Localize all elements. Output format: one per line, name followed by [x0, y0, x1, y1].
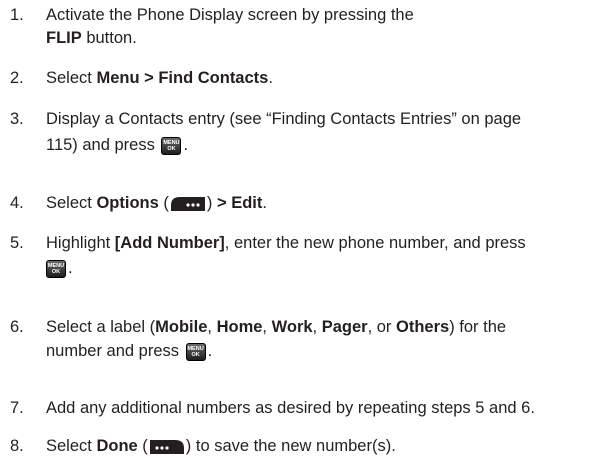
label-home: Home	[216, 318, 263, 336]
step-text-line2: MENU OK.	[46, 259, 73, 278]
flip-key-label: FLIP	[46, 29, 82, 47]
step-text-line2: 115) and press MENU OK.	[46, 136, 189, 155]
step-number: 4.	[10, 194, 24, 212]
options-label: Options	[96, 194, 159, 212]
step-number: 2.	[10, 69, 24, 87]
step-number: 8.	[10, 437, 24, 455]
menu-ok-key-icon: MENU OK	[185, 342, 206, 361]
step-text: Select Menu > Find Contacts.	[46, 69, 273, 87]
step-text-line2: number and press MENU OK.	[46, 342, 213, 361]
menu-path: Menu > Find Contacts	[96, 69, 269, 87]
step-text: Select a label (Mobile, Home, Work, Page…	[46, 318, 507, 336]
step-text: Select Done () to save the new number(s)…	[46, 437, 396, 455]
done-label: Done	[96, 437, 138, 455]
step-text-line2: FLIP button.	[46, 29, 137, 47]
step-text: Activate the Phone Display screen by pre…	[46, 6, 414, 24]
step-number: 5.	[10, 234, 24, 252]
label-mobile: Mobile	[155, 318, 208, 336]
step-number: 1.	[10, 6, 24, 24]
step-number: 6.	[10, 318, 24, 336]
menu-ok-key-icon: MENU OK	[46, 259, 66, 278]
left-softkey-icon	[149, 438, 185, 455]
add-number-label: [Add Number]	[114, 234, 225, 252]
step-text: Display a Contacts entry (see “Finding C…	[46, 110, 522, 128]
label-work: Work	[271, 318, 313, 336]
menu-ok-key-icon: MENU OK	[161, 136, 182, 155]
label-others: Others	[396, 318, 450, 336]
right-softkey-icon	[170, 195, 206, 212]
step-text: Select Options () > Edit.	[46, 194, 267, 212]
step-text: Highlight [Add Number], enter the new ph…	[46, 234, 526, 252]
step-number: 7.	[10, 399, 24, 417]
step-number: 3.	[10, 110, 24, 128]
label-pager: Pager	[321, 318, 368, 336]
edit-label: > Edit	[216, 194, 263, 212]
step-text: Add any additional numbers as desired by…	[46, 399, 535, 417]
